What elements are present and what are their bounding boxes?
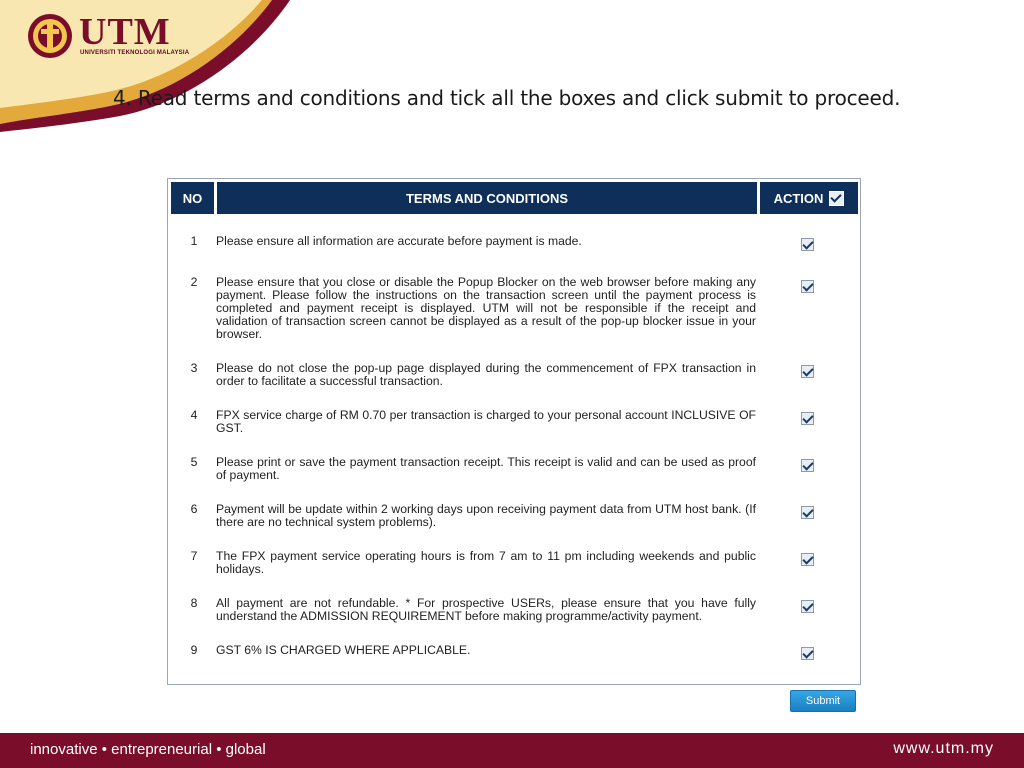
row-number: 1 <box>190 234 198 248</box>
term-text: Please do not close the pop-up page disp… <box>216 361 756 388</box>
accept-checkbox[interactable] <box>801 365 814 378</box>
row-number: 8 <box>190 596 198 610</box>
column-header-no: NO <box>171 182 214 214</box>
row-number: 5 <box>190 455 198 469</box>
term-text: Payment will be update within 2 working … <box>216 502 756 529</box>
footer-tagline: innovative • entrepreneurial • global <box>30 741 266 758</box>
column-header-terms: TERMS AND CONDITIONS <box>217 182 757 214</box>
row-number: 6 <box>190 502 198 516</box>
term-text: All payment are not refundable. * For pr… <box>216 596 756 623</box>
term-text: Please print or save the payment transac… <box>216 455 756 482</box>
select-all-checkbox[interactable] <box>829 190 845 206</box>
footer-bar: innovative • entrepreneurial • global ww… <box>0 733 1024 768</box>
term-text: The FPX payment service operating hours … <box>216 549 756 576</box>
accept-checkbox[interactable] <box>801 600 814 613</box>
term-text: Please ensure that you close or disable … <box>216 275 756 341</box>
accept-checkbox[interactable] <box>801 459 814 472</box>
row-number: 3 <box>190 361 198 375</box>
terms-panel: NO TERMS AND CONDITIONS ACTION 1 Please … <box>167 178 861 685</box>
logo-subtitle: UNIVERSITI TEKNOLOGI MALAYSIA <box>80 50 190 56</box>
utm-logo: UTM UNIVERSITI TEKNOLOGI MALAYSIA <box>27 10 189 62</box>
column-header-action-label: ACTION <box>773 190 824 206</box>
footer-website: www.utm.my <box>893 740 994 757</box>
row-number: 7 <box>190 549 198 563</box>
accept-checkbox[interactable] <box>801 280 814 293</box>
row-number: 9 <box>190 643 198 657</box>
logo-wordmark: UTM <box>79 11 171 53</box>
accept-checkbox[interactable] <box>801 506 814 519</box>
accept-checkbox[interactable] <box>801 647 814 660</box>
row-number: 2 <box>190 275 198 289</box>
accept-checkbox[interactable] <box>801 238 814 251</box>
row-number: 4 <box>190 408 198 422</box>
submit-button[interactable]: Submit <box>790 690 856 712</box>
slide-title: 4. Read terms and conditions and tick al… <box>113 86 901 110</box>
term-text: Please ensure all information are accura… <box>216 234 582 248</box>
accept-checkbox[interactable] <box>801 412 814 425</box>
term-text: GST 6% IS CHARGED WHERE APPLICABLE. <box>216 643 471 657</box>
accept-checkbox[interactable] <box>801 553 814 566</box>
column-header-action: ACTION <box>760 182 858 214</box>
utm-crest-icon <box>28 14 72 58</box>
term-text: FPX service charge of RM 0.70 per transa… <box>216 408 756 435</box>
